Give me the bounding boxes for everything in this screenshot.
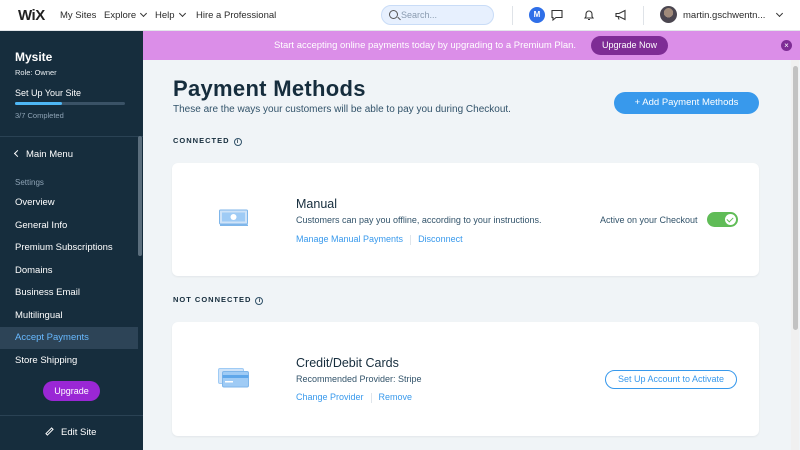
site-role: Role: Owner — [15, 68, 57, 77]
page-title: Payment Methods — [173, 76, 366, 101]
sidebar-item-multilingual[interactable]: Multilingual — [0, 305, 138, 327]
sidebar-divider — [0, 415, 143, 416]
sidebar-item-premium-subscriptions[interactable]: Premium Subscriptions — [0, 237, 138, 259]
close-icon[interactable]: × — [781, 40, 792, 51]
info-icon[interactable]: i — [233, 138, 242, 146]
nav-help-label: Help — [155, 10, 175, 21]
checkmark-icon — [725, 214, 736, 225]
main-menu-link[interactable]: Main Menu — [13, 149, 73, 160]
manual-title: Manual — [296, 197, 337, 211]
credit-card-icon — [218, 368, 249, 388]
change-provider-link[interactable]: Change Provider — [296, 392, 364, 402]
pencil-icon — [45, 427, 54, 436]
cards-links: Change Provider Remove — [296, 392, 412, 403]
sidebar-item-domains[interactable]: Domains — [0, 260, 138, 282]
edit-site-label: Edit Site — [61, 427, 97, 438]
nav-explore-label: Explore — [104, 10, 137, 21]
cards-title: Credit/Debit Cards — [296, 356, 399, 370]
page-subtitle: These are the ways your customers will b… — [173, 104, 511, 115]
search-placeholder: Search... — [401, 10, 438, 20]
manual-description: Customers can pay you offline, according… — [296, 215, 542, 225]
sidebar-item-business-email[interactable]: Business Email — [0, 282, 138, 304]
nav-explore[interactable]: Explore — [104, 9, 148, 21]
sidebar-scrollbar[interactable] — [138, 136, 142, 256]
divider — [643, 6, 644, 25]
manual-payment-card: Manual Customers can pay you offline, ac… — [172, 163, 759, 276]
megaphone-icon[interactable] — [614, 8, 628, 22]
sidebar-item-accept-payments[interactable]: Accept Payments — [0, 327, 138, 349]
chevron-down-icon — [178, 9, 186, 18]
credit-card-payment-card: Credit/Debit Cards Recommended Provider:… — [172, 322, 759, 436]
banner-text: Start accepting online payments today by… — [274, 40, 577, 51]
setup-progress-bar — [15, 102, 125, 105]
manage-manual-payments-link[interactable]: Manage Manual Payments — [296, 234, 403, 244]
remove-link[interactable]: Remove — [379, 392, 413, 402]
chat-icon[interactable] — [550, 8, 564, 22]
search-icon — [389, 10, 398, 19]
sidebar-item-overview[interactable]: Overview — [0, 192, 138, 214]
user-name[interactable]: martin.gschwentn... — [683, 10, 765, 21]
chevron-down-icon — [140, 9, 148, 18]
user-avatar[interactable] — [660, 6, 677, 23]
site-name: Mysite — [15, 50, 53, 64]
search-input[interactable]: Search... — [381, 5, 494, 25]
chevron-left-icon — [13, 149, 22, 158]
main-content: Payment Methods These are the ways your … — [143, 60, 800, 450]
edit-site-button[interactable]: Edit Site — [45, 427, 96, 438]
setup-title[interactable]: Set Up Your Site — [15, 88, 81, 98]
upgrade-now-button[interactable]: Upgrade Now — [591, 36, 668, 55]
nav-my-sites[interactable]: My Sites — [60, 10, 96, 21]
sidebar-item-general-info[interactable]: General Info — [0, 215, 138, 237]
manual-links: Manage Manual Payments Disconnect — [296, 234, 463, 245]
top-bar: WiX My Sites Explore Help Hire a Profess… — [0, 0, 800, 31]
nav-help[interactable]: Help — [155, 9, 186, 21]
sidebar: Mysite Role: Owner Set Up Your Site 3/7 … — [0, 31, 143, 450]
set-up-account-button[interactable]: Set Up Account to Activate — [605, 370, 737, 389]
not-connected-heading: NOT CONNECTED i — [173, 295, 264, 305]
disconnect-link[interactable]: Disconnect — [418, 234, 463, 244]
setup-completed: 3/7 Completed — [15, 111, 64, 120]
main-scroll-thumb[interactable] — [793, 66, 798, 330]
cards-provider: Recommended Provider: Stripe — [296, 374, 422, 384]
divider — [410, 234, 412, 245]
active-on-checkout-label: Active on your Checkout — [600, 215, 698, 225]
settings-heading: Settings — [15, 178, 44, 187]
sidebar-item-store-shipping[interactable]: Store Shipping — [0, 350, 138, 372]
sidebar-divider — [0, 136, 143, 137]
divider — [370, 392, 372, 403]
account-avatar[interactable]: M — [529, 7, 545, 23]
divider — [512, 6, 513, 25]
connected-label: CONNECTED — [173, 136, 230, 145]
setup-progress-fill — [15, 102, 63, 105]
wix-logo[interactable]: WiX — [18, 7, 45, 24]
info-icon[interactable]: i — [255, 297, 264, 305]
active-toggle[interactable] — [707, 212, 738, 227]
cash-icon — [219, 209, 248, 226]
bell-icon[interactable] — [582, 8, 596, 22]
main-menu-label: Main Menu — [26, 149, 73, 160]
not-connected-label: NOT CONNECTED — [173, 295, 252, 304]
connected-heading: CONNECTED i — [173, 136, 242, 146]
nav-hire-professional[interactable]: Hire a Professional — [196, 10, 276, 21]
premium-banner: Start accepting online payments today by… — [143, 31, 800, 60]
upgrade-button[interactable]: Upgrade — [43, 381, 100, 401]
chevron-down-icon[interactable] — [775, 9, 784, 18]
add-payment-methods-button[interactable]: + Add Payment Methods — [614, 92, 759, 114]
